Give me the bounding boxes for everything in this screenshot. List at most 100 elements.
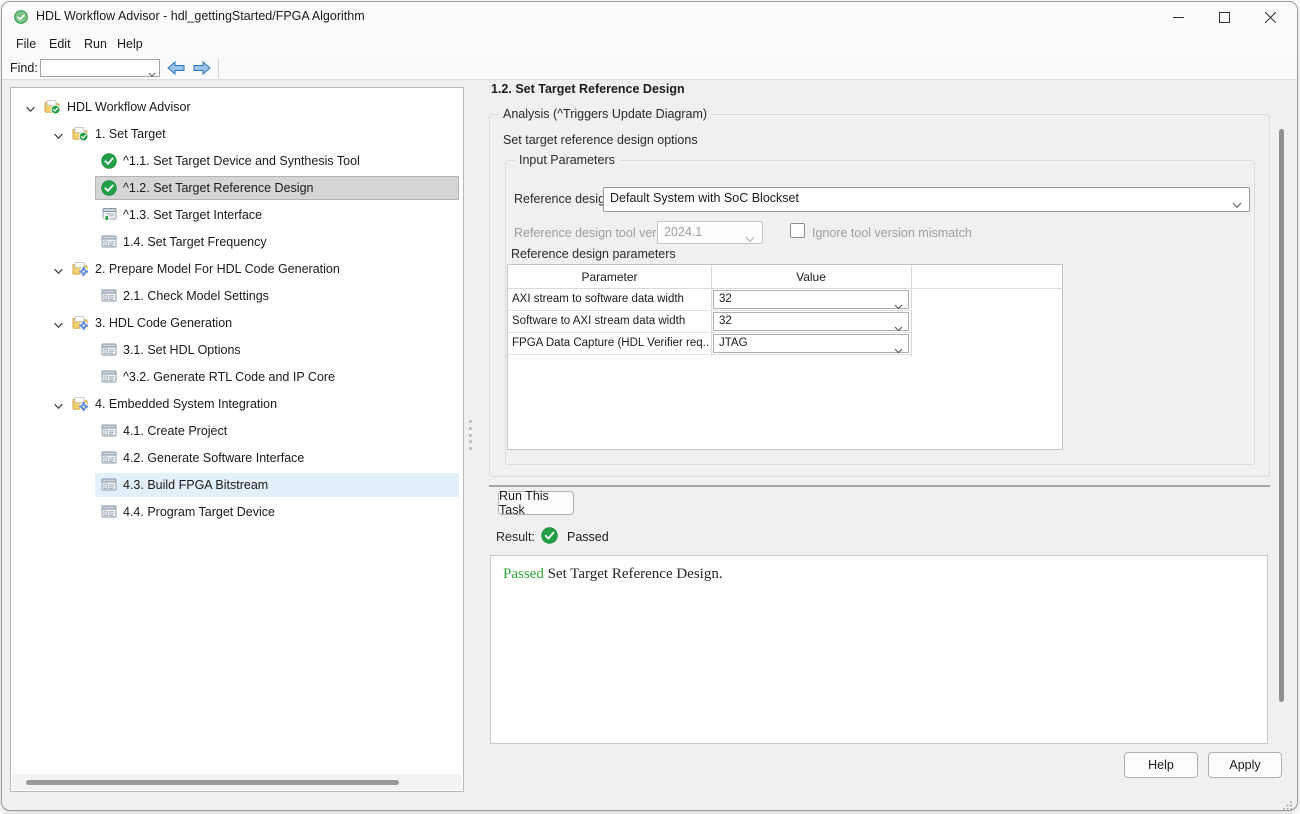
folder-gear-icon: [72, 396, 89, 413]
chevron-down-icon: [745, 230, 755, 248]
horizontal-scrollbar-thumb[interactable]: [26, 780, 399, 785]
reference-design-parameters-table: Parameter Value AXI stream to software d…: [507, 264, 1063, 450]
tree-item[interactable]: 4.2. Generate Software Interface: [11, 445, 462, 472]
find-toolbar: Find:: [2, 57, 1297, 80]
help-button[interactable]: Help: [1124, 752, 1198, 778]
titlebar: HDL Workflow Advisor - hdl_gettingStarte…: [2, 2, 1297, 32]
reference-design-parameters-label: Reference design parameters: [511, 247, 676, 261]
resize-grip[interactable]: [1283, 797, 1293, 807]
folder-check-icon: [72, 126, 89, 143]
chevron-down-icon: [894, 341, 903, 359]
task-icon: [101, 423, 118, 440]
tree-item[interactable]: 4.3. Build FPGA Bitstream: [11, 472, 462, 499]
report-message-text: Set Target Reference Design.: [544, 566, 723, 582]
menu-run[interactable]: Run: [84, 37, 107, 51]
parameter-name-cell: AXI stream to software data width: [512, 293, 708, 305]
task-icon: [101, 504, 118, 521]
ignore-mismatch-checkbox[interactable]: [790, 223, 805, 238]
reference-design-label: Reference design:: [514, 192, 615, 206]
passed-check-icon: [101, 153, 118, 170]
task-icon: [101, 234, 118, 251]
chevron-down-icon[interactable]: [53, 318, 65, 330]
ignore-mismatch-label: Ignore tool version mismatch: [812, 226, 972, 240]
table-row: Software to AXI stream data width 32: [508, 311, 912, 333]
result-label: Result:: [496, 530, 535, 544]
close-icon[interactable]: [1247, 2, 1293, 32]
tree-item[interactable]: 3.1. Set HDL Options: [11, 337, 462, 364]
tree-item[interactable]: 4. Embedded System Integration: [11, 391, 462, 418]
table-row: FPGA Data Capture (HDL Verifier req... J…: [508, 333, 912, 355]
reference-design-select[interactable]: Default System with SoC Blockset: [603, 187, 1250, 212]
result-status: Passed: [567, 530, 609, 544]
table-row: AXI stream to software data width 32: [508, 289, 912, 311]
tree-item[interactable]: 3. HDL Code Generation: [11, 310, 462, 337]
find-previous-arrow-icon[interactable]: [166, 60, 186, 76]
workflow-tree-panel: HDL Workflow Advisor 1. Set Target ^1.1.…: [10, 87, 464, 792]
tree-item[interactable]: ^1.2. Set Target Reference Design: [11, 175, 462, 202]
tree-item[interactable]: ^1.3. Set Target Interface: [11, 202, 462, 229]
analysis-group-label: Analysis (^Triggers Update Diagram): [499, 107, 711, 121]
task-title: 1.2. Set Target Reference Design: [491, 82, 685, 96]
task-run-icon: [101, 207, 118, 224]
table-header: Parameter Value: [508, 265, 1062, 289]
result-report-area: Passed Set Target Reference Design.: [490, 555, 1268, 744]
apply-button[interactable]: Apply: [1208, 752, 1282, 778]
parameter-name-cell: Software to AXI stream data width: [512, 315, 708, 327]
parameter-value-select[interactable]: 32: [713, 290, 909, 309]
minimize-icon[interactable]: [1155, 2, 1201, 32]
hdl-workflow-advisor-window: HDL Workflow Advisor - hdl_gettingStarte…: [1, 1, 1298, 811]
passed-check-icon: [101, 180, 118, 197]
folder-check-icon: [44, 99, 61, 116]
vertical-scrollbar-thumb[interactable]: [1279, 129, 1284, 702]
panel-splitter-handle[interactable]: [469, 420, 473, 450]
task-icon: [101, 342, 118, 359]
menu-file[interactable]: File: [16, 37, 36, 51]
window-title: HDL Workflow Advisor - hdl_gettingStarte…: [36, 9, 365, 23]
chevron-down-icon[interactable]: [25, 102, 37, 114]
chevron-down-icon[interactable]: [53, 399, 65, 411]
find-text-field[interactable]: [43, 61, 141, 75]
passed-check-icon: [541, 527, 558, 544]
menu-edit[interactable]: Edit: [49, 37, 71, 51]
parameter-column-header: Parameter: [508, 270, 711, 284]
tree-item[interactable]: ^3.2. Generate RTL Code and IP Core: [11, 364, 462, 391]
parameter-value-select[interactable]: 32: [713, 312, 909, 331]
chevron-down-icon[interactable]: [53, 264, 65, 276]
tree-item[interactable]: 1.4. Set Target Frequency: [11, 229, 462, 256]
folder-gear-icon: [72, 261, 89, 278]
tree-item[interactable]: HDL Workflow Advisor: [11, 94, 462, 121]
input-parameters-label: Input Parameters: [515, 153, 619, 167]
task-icon: [101, 477, 118, 494]
find-next-arrow-icon[interactable]: [192, 60, 212, 76]
tree-item[interactable]: 1. Set Target: [11, 121, 462, 148]
task-icon: [101, 369, 118, 386]
task-icon: [101, 450, 118, 467]
menu-help[interactable]: Help: [117, 37, 143, 51]
chevron-down-icon: [1232, 196, 1242, 214]
task-icon: [101, 288, 118, 305]
section-separator: [489, 485, 1270, 487]
run-this-task-button[interactable]: Run This Task: [498, 491, 574, 515]
task-description: Set target reference design options: [503, 133, 698, 147]
toolbar-separator: [218, 59, 219, 78]
report-message: Passed Set Target Reference Design.: [503, 566, 723, 583]
report-status-word: Passed: [503, 566, 544, 582]
app-icon: [14, 10, 28, 24]
tree-item[interactable]: 4.1. Create Project: [11, 418, 462, 445]
value-column-header: Value: [711, 270, 911, 284]
parameter-name-cell: FPGA Data Capture (HDL Verifier req...: [512, 337, 708, 349]
tree-item[interactable]: 2.1. Check Model Settings: [11, 283, 462, 310]
parameter-value-select[interactable]: JTAG: [713, 334, 909, 353]
tree-item[interactable]: ^1.1. Set Target Device and Synthesis To…: [11, 148, 462, 175]
tool-version-select[interactable]: 2024.1: [657, 221, 763, 244]
find-input[interactable]: [40, 59, 160, 77]
chevron-down-icon[interactable]: [53, 129, 65, 141]
horizontal-scrollbar[interactable]: [12, 774, 462, 790]
maximize-icon[interactable]: [1201, 2, 1247, 32]
chevron-down-icon[interactable]: [148, 65, 156, 83]
tree-item[interactable]: 4.4. Program Target Device: [11, 499, 462, 526]
menubar: File Edit Run Help: [2, 32, 1297, 57]
folder-gear-icon: [72, 315, 89, 332]
find-label: Find:: [10, 61, 38, 75]
tree-item[interactable]: 2. Prepare Model For HDL Code Generation: [11, 256, 462, 283]
